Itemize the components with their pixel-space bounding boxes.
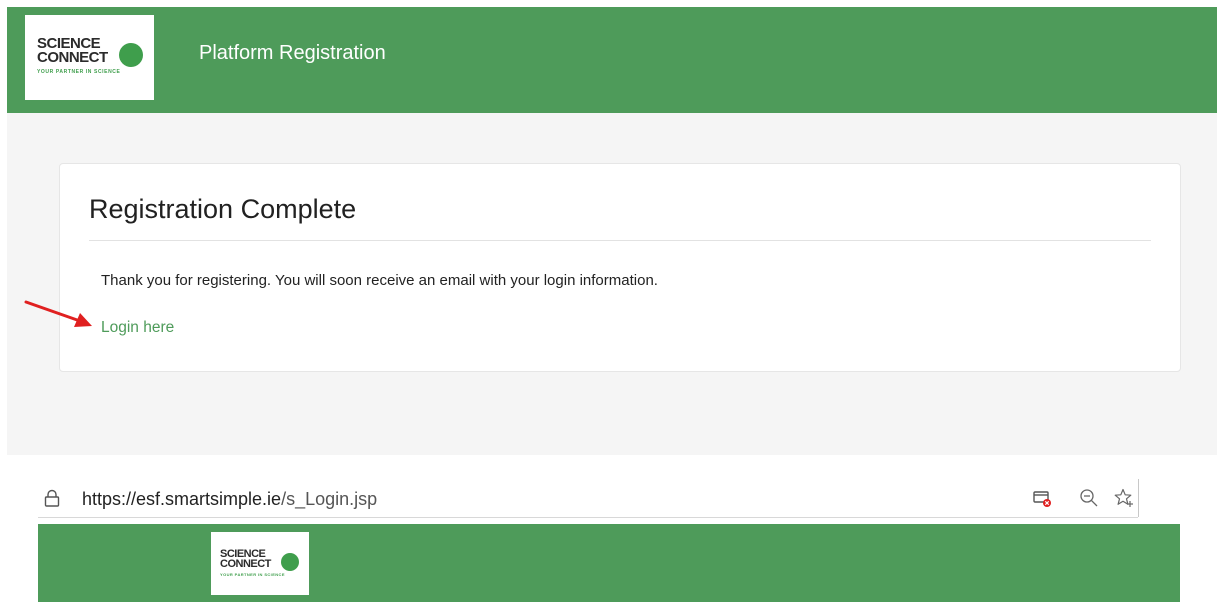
- url-domain: https://esf.smartsimple.ie: [82, 489, 282, 509]
- url-text[interactable]: https://esf.smartsimple.ie/s_Login.jsp: [82, 489, 377, 510]
- annotation-arrow-icon: [24, 300, 92, 327]
- browser-address-bar[interactable]: https://esf.smartsimple.ie/s_Login.jsp: [38, 479, 1138, 518]
- add-favorite-icon[interactable]: [1114, 488, 1134, 508]
- login-here-link[interactable]: Login here: [101, 319, 174, 337]
- lock-icon[interactable]: [44, 489, 60, 507]
- esf-circle-icon: [119, 43, 143, 67]
- registration-card: Registration Complete Thank you for regi…: [59, 163, 1181, 372]
- login-page-screenshot: https://esf.smartsimple.ie/s_Login.jsp S…: [38, 479, 1180, 602]
- esf-circle-icon: [281, 553, 299, 571]
- logo-word-connect: CONNECT: [220, 558, 271, 570]
- registration-page-screenshot: SCIENCE CONNECT YOUR PARTNER IN SCIENCE …: [7, 7, 1217, 455]
- logo-tagline: YOUR PARTNER IN SCIENCE: [220, 572, 285, 577]
- logo-word-connect: CONNECT: [37, 49, 108, 66]
- url-path: /s_Login.jsp: [281, 489, 378, 509]
- header-title: Platform Registration: [199, 42, 386, 64]
- site-header: SCIENCE CONNECT YOUR PARTNER IN SCIENCE …: [7, 7, 1217, 113]
- zoom-out-icon[interactable]: [1079, 488, 1099, 508]
- blocked-popup-icon[interactable]: [1032, 488, 1052, 508]
- logo-tagline: YOUR PARTNER IN SCIENCE: [37, 69, 121, 75]
- address-bar-edge: [1138, 479, 1139, 517]
- card-title: Registration Complete: [89, 194, 357, 224]
- login-site-header: SCIENCE CONNECT YOUR PARTNER IN SCIENCE: [38, 524, 1180, 602]
- science-connect-logo[interactable]: SCIENCE CONNECT YOUR PARTNER IN SCIENCE: [25, 15, 154, 100]
- science-connect-logo-small[interactable]: SCIENCE CONNECT YOUR PARTNER IN SCIENCE: [211, 532, 309, 595]
- confirmation-message: Thank you for registering. You will soon…: [101, 272, 658, 289]
- card-divider: [89, 240, 1151, 241]
